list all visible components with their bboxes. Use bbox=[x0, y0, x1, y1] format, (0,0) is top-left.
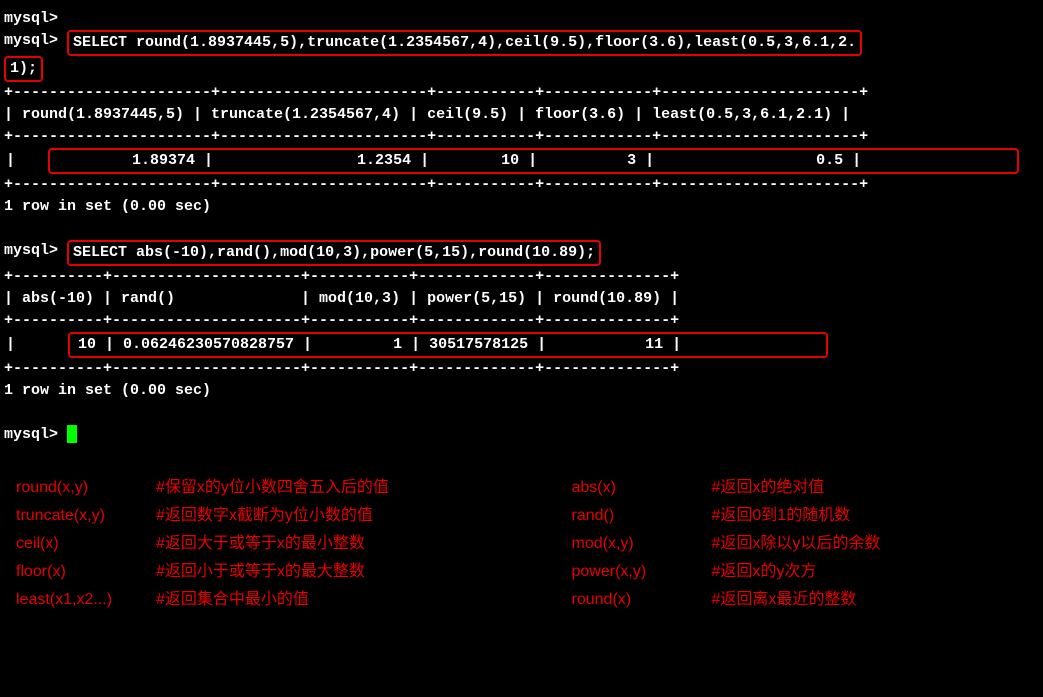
fn-name: mod(x,y) bbox=[572, 530, 712, 558]
table1-row: | 1.89374 | 1.2354 | 10 | 3 | 0.5 | bbox=[6, 150, 1013, 172]
query1-box-a: SELECT round(1.8937445,5),truncate(1.235… bbox=[67, 30, 862, 56]
fn-desc: #返回x的y次方 bbox=[712, 558, 1028, 586]
query2-text: SELECT abs(-10),rand(),mod(10,3),power(5… bbox=[73, 244, 595, 261]
table1-row-box: | 1.89374 | 1.2354 | 10 | 3 | 0.5 | bbox=[48, 148, 1019, 174]
notes-left: round(x,y)#保留x的y位小数四舍五入后的值 truncate(x,y)… bbox=[16, 474, 472, 614]
prompt-cursor-line[interactable]: mysql> bbox=[4, 424, 1039, 446]
fn-name: round(x) bbox=[572, 586, 712, 614]
table2-header: | abs(-10) | rand() | mod(10,3) | power(… bbox=[4, 288, 1039, 310]
fn-name: round(x,y) bbox=[16, 474, 156, 502]
fn-name: least(x1,x2...) bbox=[16, 586, 156, 614]
fn-desc: #返回x除以y以后的余数 bbox=[712, 530, 1028, 558]
annotation-notes: round(x,y)#保留x的y位小数四舍五入后的值 truncate(x,y)… bbox=[4, 474, 1039, 614]
fn-name: rand() bbox=[572, 502, 712, 530]
table2-row-box: | 10 | 0.06246230570828757 | 1 | 3051757… bbox=[68, 332, 828, 358]
note-row: abs(x)#返回x的绝对值 bbox=[572, 474, 1028, 502]
fn-name: floor(x) bbox=[16, 558, 156, 586]
note-row: rand()#返回0到1的随机数 bbox=[572, 502, 1028, 530]
prompt-line: mysql> bbox=[4, 8, 1039, 30]
table2-sep-bot: +----------+---------------------+------… bbox=[4, 358, 1039, 380]
fn-name: ceil(x) bbox=[16, 530, 156, 558]
spacer bbox=[4, 218, 1039, 240]
query1-line-a: mysql> SELECT round(1.8937445,5),truncat… bbox=[4, 30, 1039, 56]
note-row: ceil(x)#返回大于或等于x的最小整数 bbox=[16, 530, 472, 558]
prompt: mysql> bbox=[4, 426, 58, 443]
fn-desc: #返回大于或等于x的最小整数 bbox=[156, 530, 472, 558]
note-row: truncate(x,y)#返回数字x截断为y位小数的值 bbox=[16, 502, 472, 530]
fn-desc: #返回数字x截断为y位小数的值 bbox=[156, 502, 472, 530]
query2-box: SELECT abs(-10),rand(),mod(10,3),power(5… bbox=[67, 240, 601, 266]
query1-text-a: SELECT round(1.8937445,5),truncate(1.235… bbox=[73, 34, 856, 51]
note-row: mod(x,y)#返回x除以y以后的余数 bbox=[572, 530, 1028, 558]
table1-status: 1 row in set (0.00 sec) bbox=[4, 196, 1039, 218]
table2-sep-top: +----------+---------------------+------… bbox=[4, 266, 1039, 288]
table1-header: | round(1.8937445,5) | truncate(1.235456… bbox=[4, 104, 1039, 126]
query2-line: mysql> SELECT abs(-10),rand(),mod(10,3),… bbox=[4, 240, 1039, 266]
fn-desc: #保留x的y位小数四舍五入后的值 bbox=[156, 474, 472, 502]
prompt: mysql> bbox=[4, 242, 58, 259]
fn-name: truncate(x,y) bbox=[16, 502, 156, 530]
note-row: round(x,y)#保留x的y位小数四舍五入后的值 bbox=[16, 474, 472, 502]
table2-sep-mid: +----------+---------------------+------… bbox=[4, 310, 1039, 332]
table2-row: | 10 | 0.06246230570828757 | 1 | 3051757… bbox=[6, 334, 822, 356]
cursor-icon bbox=[67, 425, 77, 443]
spacer bbox=[4, 402, 1039, 424]
prompt: mysql> bbox=[4, 10, 58, 27]
table1-sep-top: +----------------------+----------------… bbox=[4, 82, 1039, 104]
prompt: mysql> bbox=[4, 32, 58, 49]
notes-right: abs(x)#返回x的绝对值 rand()#返回0到1的随机数 mod(x,y)… bbox=[572, 474, 1028, 614]
fn-desc: #返回x的绝对值 bbox=[712, 474, 1028, 502]
query1-line-b: 1); bbox=[4, 56, 1039, 82]
table1-sep-mid: +----------------------+----------------… bbox=[4, 126, 1039, 148]
fn-name: abs(x) bbox=[572, 474, 712, 502]
table1-sep-bot: +----------------------+----------------… bbox=[4, 174, 1039, 196]
table2-status: 1 row in set (0.00 sec) bbox=[4, 380, 1039, 402]
query1-box-b: 1); bbox=[4, 56, 43, 82]
fn-name: power(x,y) bbox=[572, 558, 712, 586]
fn-desc: #返回小于或等于x的最大整数 bbox=[156, 558, 472, 586]
note-row: least(x1,x2...)#返回集合中最小的值 bbox=[16, 586, 472, 614]
query1-text-b: 1); bbox=[10, 60, 37, 77]
fn-desc: #返回集合中最小的值 bbox=[156, 586, 472, 614]
note-row: round(x)#返回离x最近的整数 bbox=[572, 586, 1028, 614]
note-row: floor(x)#返回小于或等于x的最大整数 bbox=[16, 558, 472, 586]
fn-desc: #返回离x最近的整数 bbox=[712, 586, 1028, 614]
fn-desc: #返回0到1的随机数 bbox=[712, 502, 1028, 530]
note-row: power(x,y)#返回x的y次方 bbox=[572, 558, 1028, 586]
